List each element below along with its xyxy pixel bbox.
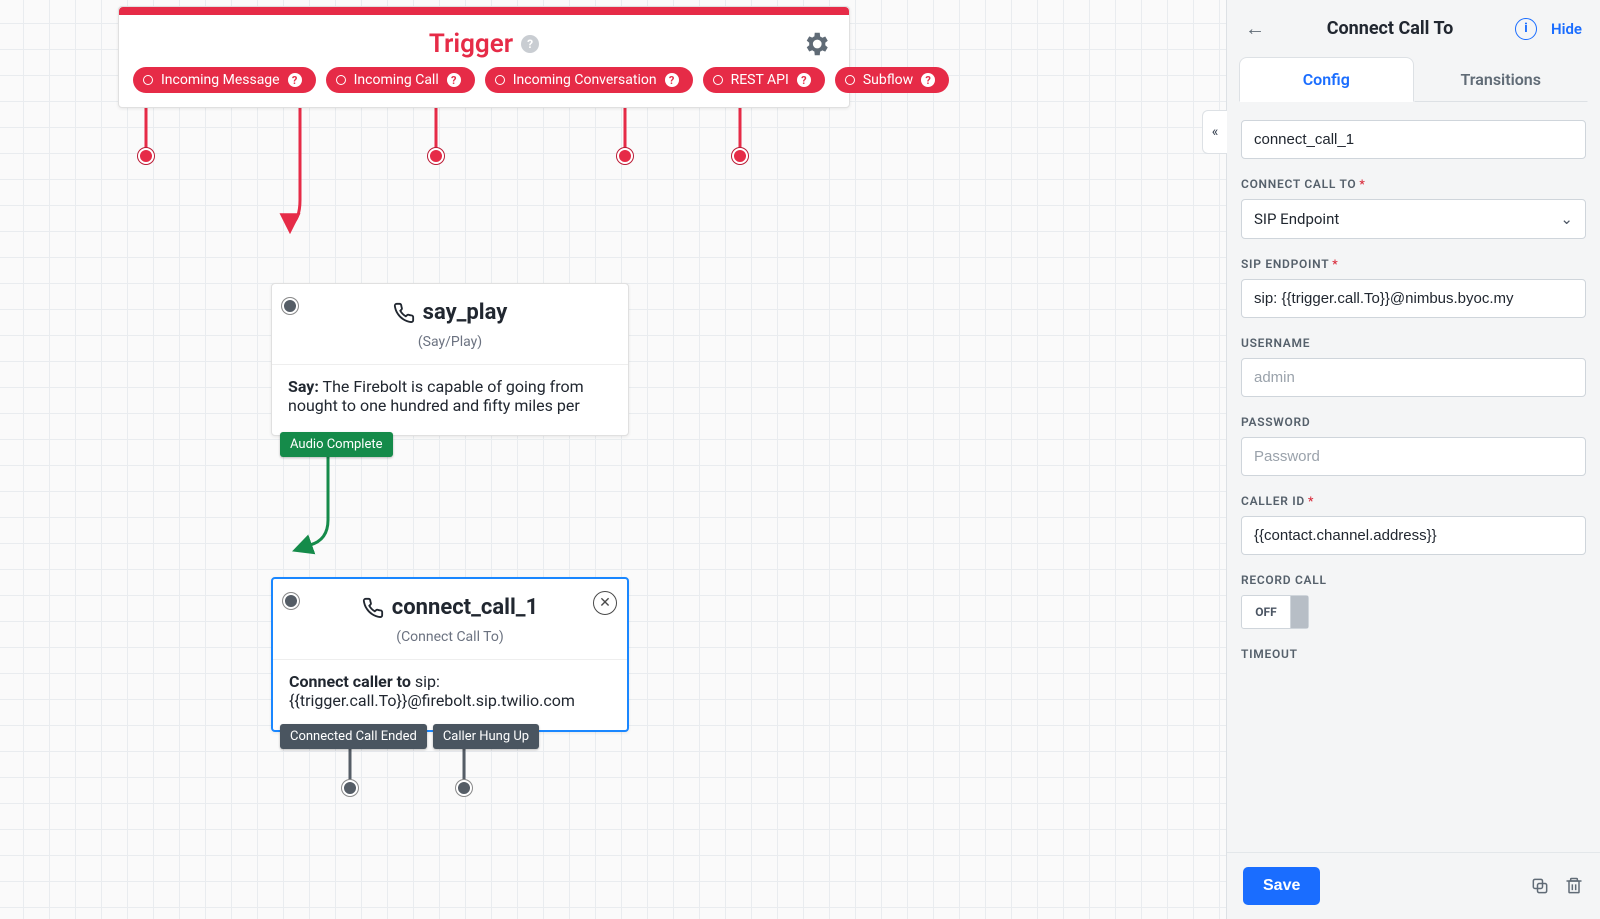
node-subtitle: (Say/Play) (286, 334, 614, 350)
node-subtitle: (Connect Call To) (287, 629, 613, 645)
help-icon[interactable]: ? (521, 35, 539, 53)
connect-call-to-select[interactable]: SIP Endpoint ⌄ (1241, 199, 1586, 239)
field-label: PASSWORD (1241, 415, 1586, 429)
event-subflow[interactable]: Subflow? (835, 67, 949, 93)
port-out[interactable] (617, 148, 633, 164)
trigger-events: Incoming Message? Incoming Call? Incomin… (119, 67, 849, 107)
port-out[interactable] (342, 780, 358, 796)
panel-body[interactable]: CONNECT CALL TO* SIP Endpoint ⌄ SIP ENDP… (1227, 102, 1600, 852)
say-play-outputs: Audio Complete (280, 432, 393, 457)
port-in[interactable] (283, 593, 299, 609)
field-label: CONNECT CALL TO* (1241, 177, 1586, 191)
say-play-node[interactable]: say_play (Say/Play) Say: The Firebolt is… (271, 283, 629, 436)
callerid-input[interactable] (1241, 516, 1586, 555)
copy-icon[interactable] (1530, 876, 1550, 896)
field-label: TIMEOUT (1241, 647, 1586, 661)
record-call-toggle[interactable]: OFF (1241, 595, 1309, 629)
field-label: RECORD CALL (1241, 573, 1586, 587)
panel-title: Connect Call To (1265, 18, 1515, 39)
port-out[interactable] (456, 780, 472, 796)
event-incoming-conversation[interactable]: Incoming Conversation? (485, 67, 693, 93)
info-icon[interactable]: i (1515, 18, 1537, 40)
field-label: SIP ENDPOINT* (1241, 257, 1586, 271)
flow-canvas[interactable]: Trigger ? Incoming Message? Incoming Cal… (0, 0, 1226, 919)
trigger-node[interactable]: Trigger ? Incoming Message? Incoming Cal… (118, 6, 850, 108)
event-incoming-call[interactable]: Incoming Call? (326, 67, 475, 93)
help-icon[interactable]: ? (797, 73, 811, 87)
back-icon[interactable]: ← (1245, 16, 1265, 41)
trigger-title: Trigger ? (429, 29, 539, 59)
widget-name-input[interactable] (1241, 120, 1586, 159)
node-body: Say: The Firebolt is capable of going fr… (272, 364, 628, 435)
save-button[interactable]: Save (1243, 867, 1320, 905)
port-out[interactable] (732, 148, 748, 164)
close-icon[interactable]: ✕ (593, 591, 617, 615)
help-icon[interactable]: ? (288, 73, 302, 87)
tag-audio-complete[interactable]: Audio Complete (280, 432, 393, 457)
tag-connected-ended[interactable]: Connected Call Ended (280, 724, 427, 749)
node-body: Connect caller to sip:{{trigger.call.To}… (273, 659, 627, 730)
hide-link[interactable]: Hide (1551, 20, 1582, 38)
port-in[interactable] (282, 298, 298, 314)
port-out[interactable] (138, 148, 154, 164)
password-input[interactable] (1241, 437, 1586, 476)
connect-call-node[interactable]: ✕ connect_call_1 (Connect Call To) Conne… (271, 577, 629, 732)
collapse-panel-button[interactable]: « (1202, 110, 1227, 154)
help-icon[interactable]: ? (921, 73, 935, 87)
phone-icon (362, 597, 384, 619)
tab-config[interactable]: Config (1239, 57, 1414, 102)
chevron-down-icon: ⌄ (1560, 210, 1573, 228)
node-title: connect_call_1 (362, 595, 538, 620)
trash-icon[interactable] (1564, 876, 1584, 896)
field-label: USERNAME (1241, 336, 1586, 350)
config-panel: « ← Connect Call To i Hide Config Transi… (1226, 0, 1600, 919)
field-label: CALLER ID* (1241, 494, 1586, 508)
connect-call-outputs: Connected Call Ended Caller Hung Up (280, 724, 539, 749)
event-rest-api[interactable]: REST API? (703, 67, 825, 93)
node-title: say_play (393, 300, 508, 325)
tab-transitions[interactable]: Transitions (1414, 57, 1589, 102)
gear-icon[interactable] (801, 29, 831, 63)
help-icon[interactable]: ? (665, 73, 679, 87)
tag-caller-hungup[interactable]: Caller Hung Up (433, 724, 539, 749)
sip-endpoint-input[interactable] (1241, 279, 1586, 318)
trigger-accent (119, 7, 849, 15)
panel-footer: Save (1227, 852, 1600, 919)
phone-icon (393, 302, 415, 324)
panel-header: ← Connect Call To i Hide (1227, 0, 1600, 57)
username-input[interactable] (1241, 358, 1586, 397)
help-icon[interactable]: ? (447, 73, 461, 87)
wires (0, 0, 1226, 919)
port-out[interactable] (428, 148, 444, 164)
panel-tabs: Config Transitions (1227, 57, 1600, 102)
event-incoming-message[interactable]: Incoming Message? (133, 67, 316, 93)
